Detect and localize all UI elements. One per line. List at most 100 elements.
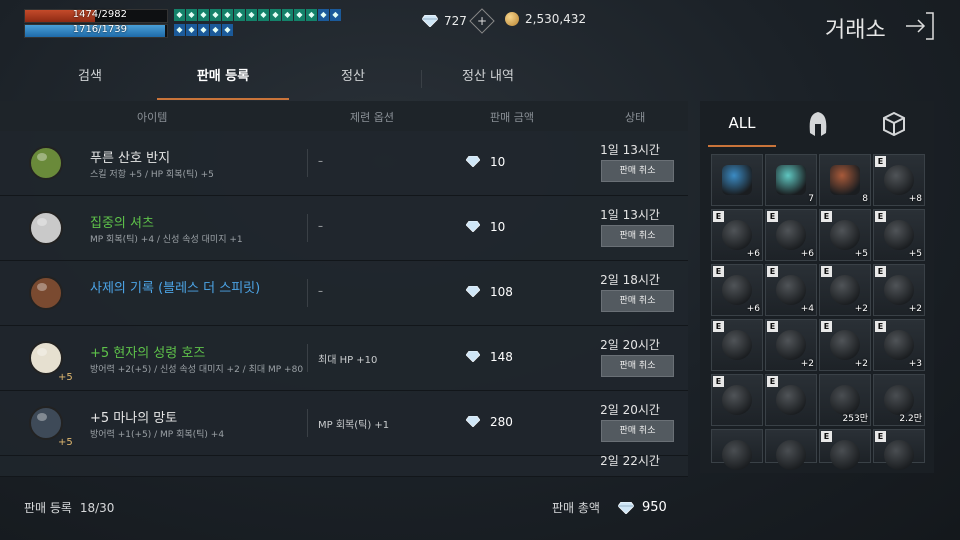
inventory-slot[interactable]: E +5	[873, 209, 925, 261]
hp-bar: 1474/2982	[24, 9, 168, 23]
inventory-tab-all[interactable]: ALL	[708, 101, 776, 147]
table-row[interactable]: 푸른 산호 반지 스킬 저항 +5 / HP 회복(틱) +5 – 10 1일 …	[0, 131, 688, 196]
header-status: 상태	[625, 111, 646, 124]
tab-sell-register[interactable]: 판매 등록	[157, 66, 289, 100]
item-icon	[722, 165, 752, 195]
item-count: +6	[800, 249, 814, 259]
inventory-slot[interactable]: E +5	[819, 209, 871, 261]
item-icon	[776, 440, 806, 470]
sale-total: 판매 총액 950	[552, 499, 667, 516]
item-icon	[776, 275, 806, 305]
inventory-tab-equipment[interactable]	[788, 101, 848, 145]
buff-icon[interactable]: ◆	[210, 23, 221, 36]
cancel-sale-button[interactable]: 판매 취소	[601, 225, 674, 247]
inventory-slot[interactable]: E +2	[819, 319, 871, 371]
price-value: 108	[490, 285, 513, 299]
equipped-badge: E	[713, 376, 724, 387]
equipped-badge: E	[713, 211, 724, 222]
inventory-slot[interactable]: E	[873, 429, 925, 470]
time-remaining: 2일 18시간	[600, 273, 660, 287]
item-icon	[830, 440, 860, 470]
item-count: +2	[854, 359, 868, 369]
buff-icon[interactable]: ◆	[186, 23, 197, 36]
buff-icon[interactable]: ◆	[174, 23, 185, 36]
inventory-slot[interactable]: 7	[765, 154, 817, 206]
table-row[interactable]: +5 +5 마나의 망토 방어력 +1(+5) / MP 회복(틱) +4 MP…	[0, 391, 688, 456]
buff-icon[interactable]: ◆	[306, 9, 317, 21]
inventory-slot[interactable]	[711, 429, 763, 470]
item-count: 7	[808, 194, 814, 204]
equipped-badge: E	[767, 376, 778, 387]
buff-icon[interactable]: ◆	[186, 9, 197, 21]
inventory-slot[interactable]: E	[765, 374, 817, 426]
inventory-slot[interactable]: E	[819, 429, 871, 470]
buff-icon[interactable]: ◆	[270, 9, 281, 21]
cancel-sale-button[interactable]: 판매 취소	[601, 160, 674, 182]
column-divider	[307, 279, 308, 307]
inventory-slot[interactable]: E +8	[873, 154, 925, 206]
sale-total-label: 판매 총액	[552, 501, 600, 515]
inventory-slot[interactable]: E +3	[873, 319, 925, 371]
buff-icon[interactable]: ◆	[198, 9, 209, 21]
refine-option: 최대 HP +10	[318, 355, 378, 366]
inventory-slot[interactable]: E +4	[765, 264, 817, 316]
item-stats: MP 회복(틱) +4 / 신성 속성 대미지 +1	[90, 235, 243, 245]
table-row[interactable]: 사제의 기록 (블레스 더 스피릿) – 108 2일 18시간 판매 취소	[0, 261, 688, 326]
inventory-slot[interactable]: E +2	[765, 319, 817, 371]
buff-icon[interactable]: ◆	[174, 9, 185, 21]
inventory-slot[interactable]: E +6	[765, 209, 817, 261]
inventory-slot[interactable]	[765, 429, 817, 470]
page-title: 거래소	[825, 18, 886, 43]
item-count: +5	[908, 249, 922, 259]
equipped-badge: E	[821, 266, 832, 277]
inventory-slot[interactable]	[711, 154, 763, 206]
item-count: +5	[854, 249, 868, 259]
column-divider	[307, 214, 308, 242]
buff-icon[interactable]: ◆	[222, 9, 233, 21]
refine-option: –	[318, 156, 323, 167]
inventory-slot[interactable]: 2.2만	[873, 374, 925, 426]
cancel-sale-button[interactable]: 판매 취소	[601, 290, 674, 312]
buff-icon[interactable]: ◆	[246, 9, 257, 21]
inventory-tab-all-label: ALL	[728, 114, 756, 132]
tab-settlement[interactable]: 정산	[303, 66, 403, 100]
item-icon	[830, 330, 860, 360]
inventory-slot[interactable]: E +6	[711, 264, 763, 316]
item-count: +2	[908, 304, 922, 314]
item-count: +4	[800, 304, 814, 314]
buff-icon[interactable]: ◆	[210, 9, 221, 21]
table-row[interactable]: 집중의 셔츠 MP 회복(틱) +4 / 신성 속성 대미지 +1 – 10 1…	[0, 196, 688, 261]
inventory-slot[interactable]: E +2	[819, 264, 871, 316]
inventory-tab-misc[interactable]	[862, 101, 922, 145]
cancel-sale-button[interactable]: 판매 취소	[601, 355, 674, 377]
buff-icon[interactable]: ◆	[198, 23, 209, 36]
registration-label: 판매 등록	[24, 501, 72, 515]
buff-icon[interactable]: ◆	[294, 9, 305, 21]
item-icon	[722, 275, 752, 305]
tab-search[interactable]: 검색	[40, 66, 140, 100]
inventory-slot[interactable]: E	[711, 374, 763, 426]
exit-button[interactable]	[906, 11, 934, 41]
add-diamond-button[interactable]: +	[469, 8, 495, 34]
table-row[interactable]: +5 +5 현자의 성령 호즈 방어력 +2(+5) / 신성 속성 대미지 +…	[0, 326, 688, 391]
tab-settlement-history[interactable]: 정산 내역	[421, 66, 555, 100]
buff-icon[interactable]: ◆	[330, 9, 341, 21]
buff-icon[interactable]: ◆	[222, 23, 233, 36]
diamond-icon	[466, 286, 482, 298]
inventory-slot[interactable]: E	[711, 319, 763, 371]
buff-icon[interactable]: ◆	[258, 9, 269, 21]
buff-icon[interactable]: ◆	[282, 9, 293, 21]
table-row[interactable]: 2일 22시간	[0, 454, 688, 477]
item-stats: 방어력 +1(+5) / MP 회복(틱) +4	[90, 430, 225, 440]
buff-icon[interactable]: ◆	[234, 9, 245, 21]
inventory-slot[interactable]: 8	[819, 154, 871, 206]
item-icon	[22, 206, 70, 250]
inventory-slot[interactable]: E +2	[873, 264, 925, 316]
inventory-slot[interactable]: 253만	[819, 374, 871, 426]
buff-icon[interactable]: ◆	[318, 9, 329, 21]
item-name: 사제의 기록 (블레스 더 스피릿)	[90, 281, 261, 296]
cancel-sale-button[interactable]: 판매 취소	[601, 420, 674, 442]
inventory-slot[interactable]: E +6	[711, 209, 763, 261]
equipped-badge: E	[875, 266, 886, 277]
diamond-icon	[466, 351, 482, 363]
